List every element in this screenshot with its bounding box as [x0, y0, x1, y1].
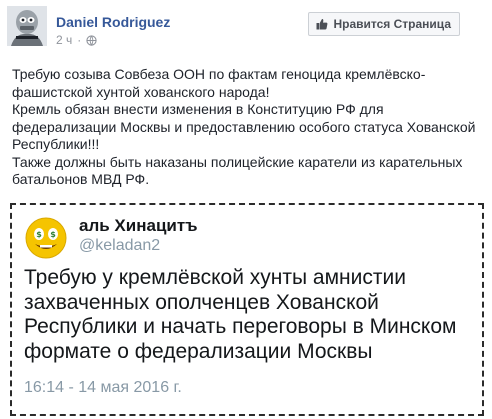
- like-page-button[interactable]: Нравится Страница: [308, 12, 460, 36]
- smiley-emoji-icon: $ $: [25, 217, 67, 259]
- tweet-author-handle[interactable]: @keladan2: [79, 237, 160, 255]
- author-name[interactable]: Daniel Rodriguez: [56, 14, 170, 30]
- globe-icon[interactable]: [86, 34, 97, 46]
- post-text: Требую созыва Совбеза ООН по фактам гено…: [12, 66, 482, 189]
- thumbs-up-icon: [316, 18, 328, 30]
- post-meta: 2 ч ·: [56, 33, 97, 47]
- tweet-text: Требую у кремлёвской хунты амнистии захв…: [24, 266, 457, 363]
- tweet-avatar[interactable]: $ $: [24, 216, 68, 260]
- post-time[interactable]: 2 ч: [56, 33, 72, 47]
- embedded-tweet[interactable]: $ $ аль Хинацитъ @keladan2 Требую у крем…: [10, 203, 484, 416]
- post-paragraph: Также должны быть наказаны полицейские к…: [12, 153, 463, 188]
- svg-text:$: $: [36, 230, 42, 239]
- avatar-image: [7, 6, 47, 46]
- meta-separator: ·: [77, 33, 82, 47]
- like-page-label: Нравится Страница: [333, 17, 451, 31]
- tweet-date[interactable]: 16:14 - 14 мая 2016 г.: [24, 379, 182, 397]
- svg-text:$: $: [50, 230, 56, 239]
- tweet-author-name[interactable]: аль Хинацитъ: [79, 216, 198, 236]
- post-header: Daniel Rodriguez 2 ч · Нравится Страница: [0, 0, 492, 56]
- author-avatar[interactable]: [7, 6, 47, 46]
- post-paragraph: Требую созыва Совбеза ООН по фактам гено…: [12, 66, 426, 100]
- post-paragraph: Кремль обязан внести изменения в Констит…: [12, 101, 476, 152]
